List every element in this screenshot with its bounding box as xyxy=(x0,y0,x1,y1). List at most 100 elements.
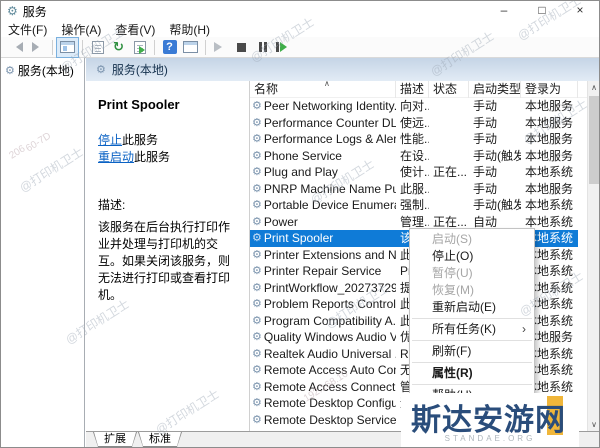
close-button[interactable]: × xyxy=(561,1,599,21)
table-row[interactable]: ⚙Phone Service 在设... 手动(触发... 本地服务 xyxy=(250,148,578,165)
services-header-icon: ⚙ xyxy=(96,64,106,76)
cell-status: 正在... xyxy=(433,165,468,179)
cell-logon: 本地系统 xyxy=(525,165,574,179)
column-header-startup-type[interactable]: 启动类型 xyxy=(469,81,521,98)
service-gear-icon: ⚙ xyxy=(252,149,262,162)
table-row[interactable]: ⚙PNRP Machine Name Pu... 此服... 手动 本地服务 xyxy=(250,181,578,198)
export-list-icon[interactable] xyxy=(129,38,150,57)
service-gear-icon: ⚙ xyxy=(252,166,262,178)
properties-icon[interactable] xyxy=(87,38,108,57)
service-name: Phone Service xyxy=(263,148,342,163)
column-header-name[interactable]: 名称 xyxy=(250,81,396,98)
services-window: ⚙ 服务 – □ × 文件(F) 操作(A) 查看(V) 帮助(H) ↻ ? ⚙… xyxy=(0,0,600,448)
sort-indicator-icon: ∧ xyxy=(324,81,330,88)
cell-status xyxy=(429,131,469,148)
menu-item[interactable]: 属性(R) xyxy=(410,365,534,382)
tab-standard[interactable]: 标准 xyxy=(138,432,182,447)
help-icon[interactable]: ? xyxy=(159,38,180,57)
scroll-up-icon[interactable]: ∧ xyxy=(588,81,599,94)
toolbar-separator xyxy=(52,39,53,55)
table-row[interactable]: ⚙Portable Device Enumera... 强制... 手动(触发...… xyxy=(250,197,578,214)
column-header-status[interactable]: 状态 xyxy=(429,81,469,98)
cell-startup: 手动 xyxy=(473,181,498,196)
start-service-icon[interactable] xyxy=(210,38,231,57)
cell-status xyxy=(429,197,469,214)
menu-action[interactable]: 操作(A) xyxy=(54,21,108,38)
service-gear-icon: ⚙ xyxy=(252,215,262,228)
service-gear-icon: ⚙ xyxy=(252,265,262,277)
site-logo: 斯达安游网 STANDAE.ORG xyxy=(401,393,579,447)
service-name: Peer Networking Identity... xyxy=(263,99,396,113)
back-icon[interactable] xyxy=(6,38,27,57)
menu-separator xyxy=(412,318,532,319)
tab-extended[interactable]: 扩展 xyxy=(93,432,137,447)
cell-desc: 在设... xyxy=(400,148,429,163)
selected-service-name: Print Spooler xyxy=(98,97,180,112)
stop-link-suffix: 此服务 xyxy=(122,133,159,147)
context-menu: 启动(S) 停止(O) 暂停(U) 恢复(M) 重新启动(E) 所有任务(K) › 刷新(F)… xyxy=(409,228,535,407)
service-name: Remote Desktop Services xyxy=(263,412,396,427)
service-gear-icon: ⚙ xyxy=(252,232,262,244)
minimize-button[interactable]: – xyxy=(485,1,523,21)
cell-logon: 本地系统 xyxy=(525,198,574,212)
menu-item[interactable]: 停止(O) xyxy=(410,248,534,265)
menu-item[interactable]: 刷新(F) xyxy=(410,343,534,360)
cell-logon: 本地服务 xyxy=(525,115,574,130)
table-row[interactable]: ⚙Performance Logs & Aler... 性能... 手动 本地服务 xyxy=(250,131,578,148)
menu-separator xyxy=(412,340,532,341)
menu-view[interactable]: 查看(V) xyxy=(108,21,162,38)
menu-item: 恢复(M) xyxy=(432,283,474,297)
stop-service-link[interactable]: 停止 xyxy=(98,133,122,147)
cell-startup: 手动(触发... xyxy=(473,198,521,212)
restart-service-link[interactable]: 重启动 xyxy=(98,150,134,164)
menu-help[interactable]: 帮助(H) xyxy=(162,21,217,38)
scroll-down-icon[interactable]: ∨ xyxy=(588,418,599,431)
tree-item-label: 服务(本地) xyxy=(17,64,74,78)
menu-item[interactable]: 所有任务(K) › xyxy=(410,321,534,338)
scrollbar-thumb[interactable] xyxy=(589,96,599,184)
cell-status xyxy=(429,115,469,132)
restart-link-suffix: 此服务 xyxy=(134,150,171,164)
menu-separator xyxy=(412,362,532,363)
cell-logon: 本地服务 xyxy=(525,99,574,113)
cell-logon: 本地服务 xyxy=(525,148,574,163)
refresh-icon[interactable]: ↻ xyxy=(108,38,129,57)
vertical-scrollbar[interactable]: ∧ ∨ xyxy=(587,81,599,431)
service-gear-icon: ⚙ xyxy=(252,100,262,112)
tree-item-services-local[interactable]: ⚙ 服务(本地) xyxy=(1,58,84,79)
table-row[interactable]: ⚙Performance Counter DL... 使远... 手动 本地服务 xyxy=(250,115,578,132)
menu-item[interactable]: 重新启动(E) xyxy=(410,299,534,316)
toolbar-separator xyxy=(82,39,83,55)
table-row[interactable]: ⚙Plug and Play 使计... 正在... 手动 本地系统 xyxy=(250,164,578,181)
table-row[interactable]: ⚙Peer Networking Identity... 向对... 手动 本地服务 xyxy=(250,98,578,115)
service-gear-icon: ⚙ xyxy=(252,248,262,261)
cell-desc: 性能... xyxy=(400,132,429,146)
toolbar-separator xyxy=(205,39,206,55)
maximize-button[interactable]: □ xyxy=(523,1,561,21)
service-name: Remote Access Connecti... xyxy=(263,379,396,394)
description-label: 描述: xyxy=(98,198,126,212)
menu-file[interactable]: 文件(F) xyxy=(1,21,54,38)
list-header: 名称 描述 状态 启动类型 登录为 ∧ xyxy=(250,81,587,98)
show-console-tree-icon[interactable] xyxy=(56,36,79,58)
cell-desc: 强制... xyxy=(400,198,429,212)
cell-logon: 本地服务 xyxy=(525,181,574,196)
show-action-pane-icon[interactable] xyxy=(180,38,201,57)
forward-icon[interactable] xyxy=(27,38,48,57)
menu-item: 启动(S) xyxy=(432,232,472,246)
cell-desc: 使远... xyxy=(400,115,429,130)
service-name: Remote Desktop Configu... xyxy=(263,396,396,410)
services-app-icon: ⚙ xyxy=(7,4,18,18)
service-gear-icon: ⚙ xyxy=(252,413,262,426)
pause-service-icon[interactable] xyxy=(252,38,273,57)
cell-status xyxy=(429,148,469,165)
column-header-logon-as[interactable]: 登录为 xyxy=(521,81,578,98)
stop-service-icon[interactable] xyxy=(231,38,252,57)
service-name: Print Spooler xyxy=(263,231,334,245)
column-header-description[interactable]: 描述 xyxy=(396,81,429,98)
service-gear-icon: ⚙ xyxy=(252,397,262,409)
service-gear-icon: ⚙ xyxy=(252,133,262,145)
cell-status xyxy=(429,98,469,115)
service-gear-icon: ⚙ xyxy=(252,364,262,376)
restart-service-icon[interactable] xyxy=(273,38,294,57)
